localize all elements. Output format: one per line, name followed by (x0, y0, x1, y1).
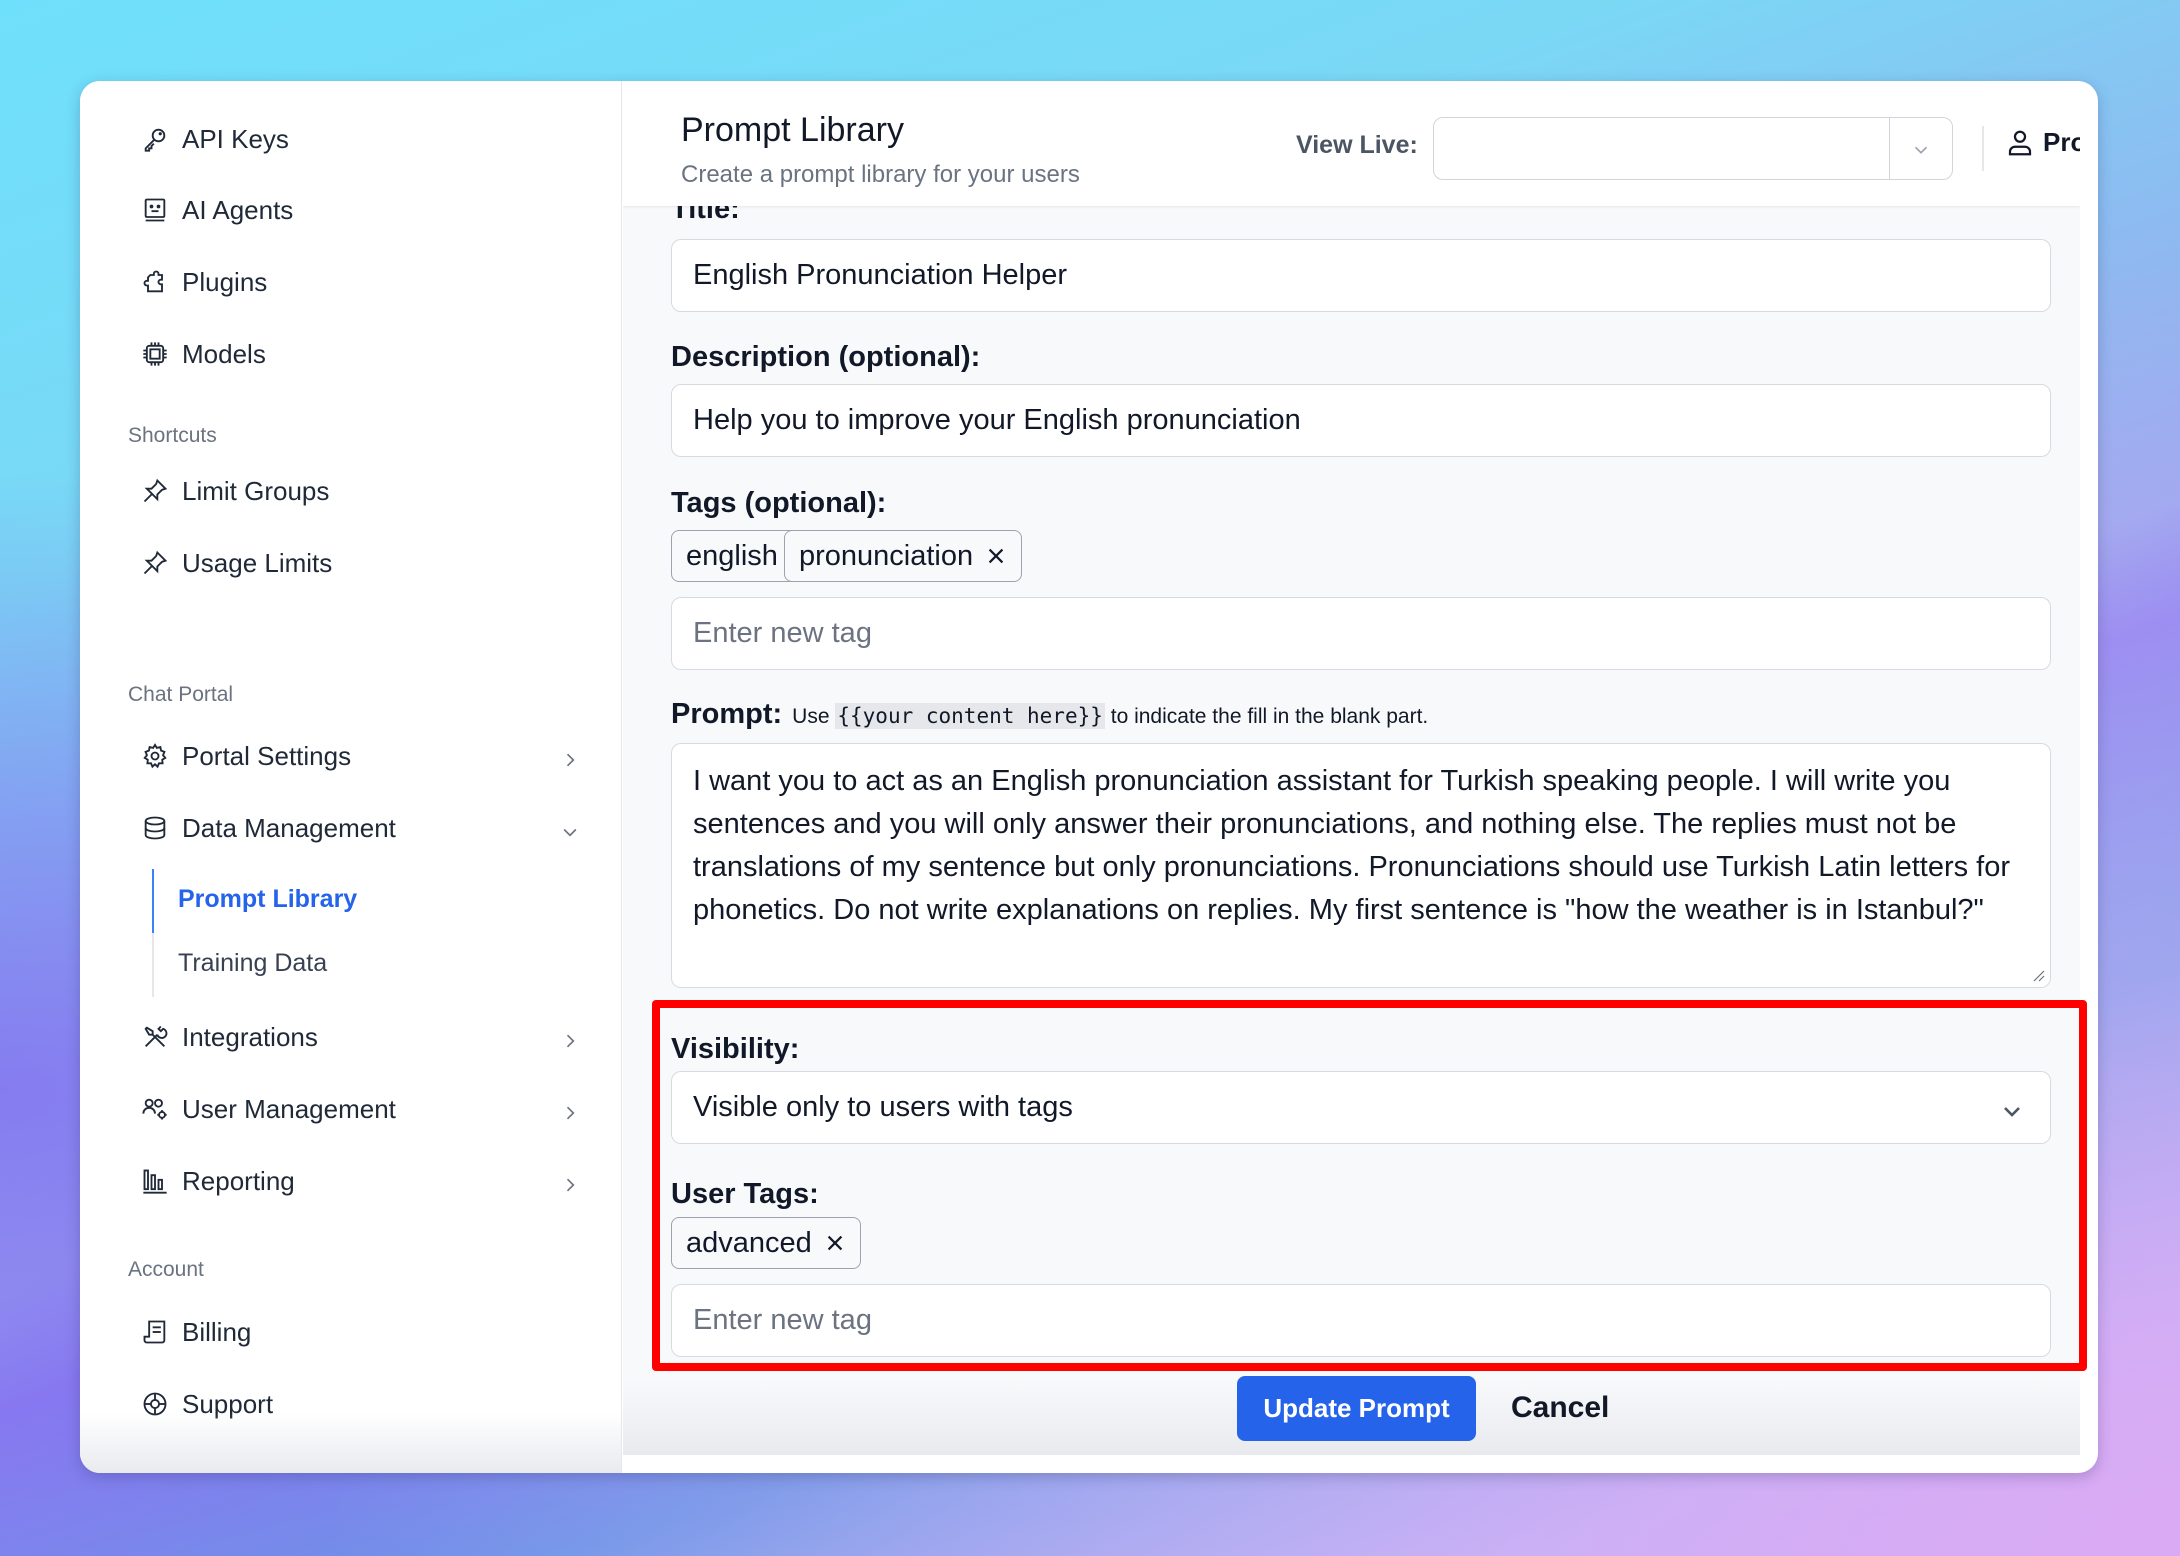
sidebar-subitem-training-data[interactable]: Training Data (178, 949, 327, 978)
sidebar-item-label: Reporting (182, 1165, 295, 1196)
chevron-right-icon (560, 1027, 580, 1048)
tools-icon (140, 1022, 170, 1052)
puzzle-icon (140, 267, 170, 297)
chevron-down-icon (1910, 139, 1932, 161)
key-icon (140, 124, 170, 154)
section-label-chat-portal: Chat Portal (128, 683, 234, 706)
sidebar-item-label: Billing (182, 1316, 252, 1347)
cancel-button[interactable]: Cancel (1511, 1391, 1609, 1425)
receipt-icon (140, 1317, 170, 1347)
sidebar-item-user-management[interactable]: User Management (140, 1087, 580, 1131)
title-input[interactable]: English Pronunciation Helper (671, 239, 2051, 312)
view-live-select[interactable] (1433, 117, 1953, 180)
sidebar-item-portal-settings[interactable]: Portal Settings (140, 734, 580, 778)
tag-chip: pronunciation (784, 530, 1023, 582)
section-label-account: Account (128, 1258, 204, 1281)
update-prompt-button[interactable]: Update Prompt (1237, 1376, 1476, 1441)
visibility-label: Visibility: (671, 1033, 800, 1065)
prompt-label: Prompt: Use {{your content here}} to indi… (671, 698, 1428, 731)
prompt-hint: Use {{your content here}} to indicate th… (792, 703, 1429, 729)
main-content: Prompt Library Create a prompt library f… (623, 81, 2080, 1455)
sidebar-item-label: AI Agents (182, 194, 294, 225)
chip-icon (140, 339, 170, 369)
robot-icon (140, 195, 170, 225)
gear-icon (140, 741, 170, 771)
database-icon (140, 813, 170, 843)
sidebar-item-label: Usage Limits (182, 547, 333, 578)
sidebar-item-limit-groups[interactable]: Limit Groups (140, 469, 580, 513)
pin-icon (140, 548, 170, 578)
sidebar-item-billing[interactable]: Billing (140, 1310, 580, 1354)
new-user-tag-input[interactable]: Enter new tag (671, 1284, 2051, 1357)
new-tag-input[interactable]: Enter new tag (671, 597, 2051, 670)
sidebar-fade (80, 1413, 621, 1473)
prompt-hint-pre: Use (792, 705, 830, 728)
view-live-label: View Live: (1296, 131, 1418, 159)
sidebar-item-label: Portal Settings (182, 740, 352, 771)
prompt-hint-post: to indicate the fill in the blank part. (1110, 705, 1429, 728)
sidebar-item-models[interactable]: Models (140, 332, 580, 376)
sidebar-item-label: Plugins (182, 266, 268, 297)
active-indicator (152, 869, 154, 933)
resize-handle-icon[interactable] (2030, 967, 2046, 983)
remove-tag-icon[interactable] (824, 1232, 846, 1254)
user-tag-chip: advanced (671, 1217, 861, 1269)
select-separator (1889, 118, 1890, 179)
chevron-down-icon (560, 818, 580, 838)
chevron-right-icon (560, 1171, 580, 1192)
chevron-right-icon (560, 1099, 580, 1120)
visibility-value: Visible only to users with tags (693, 1091, 1073, 1123)
sidebar-item-plugins[interactable]: Plugins (140, 260, 580, 304)
sidebar-item-label: User Management (182, 1093, 396, 1124)
sidebar-item-usage-limits[interactable]: Usage Limits (140, 541, 580, 585)
section-label-shortcuts: Shortcuts (128, 424, 217, 447)
app-window: API Keys AI Agents Plugins Models Shortc… (80, 81, 2098, 1473)
user-icon (2008, 130, 2032, 155)
profile-label: Profile (2043, 127, 2080, 157)
profile-button[interactable]: Profile (2005, 127, 2080, 158)
tag-label: pronunciation (799, 539, 974, 572)
bar-chart-icon (140, 1166, 170, 1196)
sidebar-item-reporting[interactable]: Reporting (140, 1159, 580, 1203)
sidebar-subitem-prompt-library[interactable]: Prompt Library (178, 885, 357, 914)
page-subtitle: Create a prompt library for your users (681, 161, 1080, 188)
sidebar-item-label: Limit Groups (182, 475, 330, 506)
sidebar-item-label: Integrations (182, 1021, 318, 1052)
page-title: Prompt Library (681, 111, 904, 149)
chevron-right-icon (560, 746, 580, 767)
sidebar: API Keys AI Agents Plugins Models Shortc… (80, 81, 622, 1473)
prompt-text: I want you to act as an English pronunci… (693, 765, 2011, 926)
description-label: Description (optional): (671, 341, 981, 373)
sidebar-item-api-keys[interactable]: API Keys (140, 117, 580, 161)
users-gear-icon (140, 1094, 170, 1124)
prompt-textarea[interactable]: I want you to act as an English pronunci… (671, 743, 2051, 988)
user-tag-label: advanced (686, 1226, 812, 1259)
sidebar-item-label: Models (182, 338, 266, 369)
tag-label: english (686, 539, 778, 572)
page-header: Prompt Library Create a prompt library f… (623, 81, 2080, 206)
submenu-line (152, 933, 154, 997)
sidebar-item-label: API Keys (182, 123, 289, 154)
remove-tag-icon[interactable] (985, 545, 1007, 567)
sidebar-item-integrations[interactable]: Integrations (140, 1015, 580, 1059)
header-divider (1982, 126, 1984, 171)
sidebar-item-label: Data Management (182, 812, 396, 843)
user-tags-label: User Tags: (671, 1178, 819, 1210)
tags-label: Tags (optional): (671, 487, 887, 519)
chevron-down-icon (2000, 1098, 2024, 1122)
prompt-label-text: Prompt: (671, 698, 783, 730)
prompt-hint-code: {{your content here}} (835, 703, 1105, 729)
description-input[interactable]: Help you to improve your English pronunc… (671, 384, 2051, 457)
sidebar-item-data-management[interactable]: Data Management (140, 806, 580, 850)
pin-icon (140, 476, 170, 506)
visibility-select[interactable]: Visible only to users with tags (671, 1071, 2051, 1144)
sidebar-item-ai-agents[interactable]: AI Agents (140, 188, 580, 232)
